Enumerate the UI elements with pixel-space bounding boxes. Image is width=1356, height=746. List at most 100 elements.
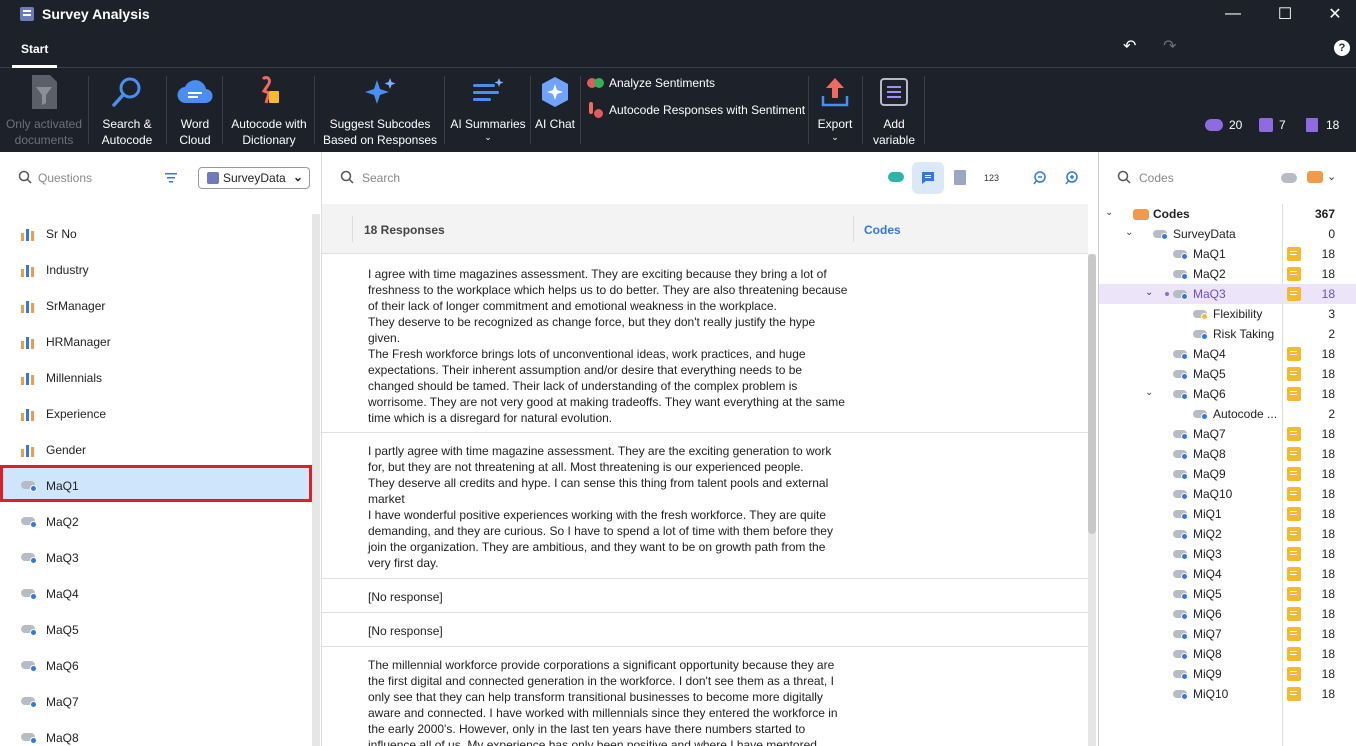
code-tree-item[interactable]: Risk Taking 2 [1099,324,1356,344]
chevron-down-icon[interactable]: ⌄ [1105,207,1113,218]
code-tree-item[interactable]: MiQ5 18 [1099,584,1356,604]
chevron-down-icon[interactable]: ⌄ [1327,170,1336,183]
redo-icon[interactable]: ↷ [1163,36,1176,56]
memo-icon[interactable] [1287,647,1301,661]
document-star-icon[interactable] [954,170,966,185]
question-item[interactable]: MaQ4 [0,576,310,612]
autocode-sentiment-button[interactable]: Autocode Responses with Sentiment [587,102,805,118]
memo-icon[interactable] [1287,527,1301,541]
question-item[interactable]: MaQ5 [0,612,310,648]
autocode-dictionary-button[interactable]: Autocode with Dictionary [224,68,314,152]
responses-scrollbar-thumb[interactable] [1088,254,1096,534]
question-item[interactable]: MaQ3 [0,540,310,576]
code-tree-item[interactable]: MaQ4 18 [1099,344,1356,364]
question-item[interactable]: MaQ2 [0,504,310,540]
code-tree-item[interactable]: ⌄ Codes 367 [1099,204,1356,224]
code-tree-item[interactable]: MiQ9 18 [1099,664,1356,684]
codes-column-header[interactable]: Codes [864,223,901,237]
memo-icon[interactable] [1287,607,1301,621]
comment-view-icon[interactable] [912,162,944,194]
code-tree-item[interactable]: MaQ5 18 [1099,364,1356,384]
memo-icon[interactable] [1287,687,1301,701]
code-tree-item[interactable]: Flexibility 3 [1099,304,1356,324]
question-item[interactable]: SrManager [0,288,310,324]
response-row[interactable]: I partly agree with time magazine assess… [322,433,1088,579]
memo-icon[interactable] [1287,247,1301,261]
tab-start[interactable]: Start [12,40,58,68]
memo-icon[interactable] [1287,587,1301,601]
only-activated-button[interactable]: Only activated documents [0,68,88,152]
code-tree-item[interactable]: MaQ2 18 [1099,264,1356,284]
code-tree-item[interactable]: MaQ9 18 [1099,464,1356,484]
word-cloud-button[interactable]: Word Cloud [168,68,222,152]
code-tree-item[interactable]: MaQ7 18 [1099,424,1356,444]
ai-summaries-button[interactable]: AI Summaries ⌄ [448,68,528,152]
memo-icon[interactable] [1287,667,1301,681]
chevron-down-icon[interactable]: ⌄ [1125,227,1133,238]
memo-icon[interactable] [1287,387,1301,401]
memo-icon[interactable] [1287,427,1301,441]
code-tree-item[interactable]: MaQ8 18 [1099,444,1356,464]
code-tree-item[interactable]: MiQ8 18 [1099,644,1356,664]
search-autocode-button[interactable]: Search & Autocode [92,68,162,152]
code-tree-item[interactable]: MiQ2 18 [1099,524,1356,544]
help-icon[interactable]: ? [1334,40,1350,56]
memo-icon[interactable] [1287,567,1301,581]
memo-icon[interactable] [1287,447,1301,461]
memo-icon[interactable] [1287,547,1301,561]
code-tree-item[interactable]: MaQ10 18 [1099,484,1356,504]
memo-icon[interactable] [1287,627,1301,641]
code-tree-item[interactable]: MiQ1 18 [1099,504,1356,524]
question-item[interactable]: Millennials [0,360,310,396]
code-tree-item[interactable]: MiQ6 18 [1099,604,1356,624]
zoom-in-icon[interactable] [1064,170,1080,189]
suggest-subcodes-button[interactable]: Suggest Subcodes Based on Responses [316,68,444,152]
question-item[interactable]: Experience [0,396,310,432]
close-button[interactable]: ✕ [1312,0,1356,28]
question-item[interactable]: HRManager [0,324,310,360]
responses-count-header[interactable]: 18 Responses [364,223,445,237]
code-tree-item[interactable]: MiQ4 18 [1099,564,1356,584]
analyze-sentiments-button[interactable]: Analyze Sentiments [587,76,715,90]
memo-icon[interactable] [1287,267,1301,281]
question-item[interactable]: MaQ6 [0,648,310,684]
memo-icon[interactable] [1287,367,1301,381]
chevron-down-icon[interactable]: ⌄ [1145,287,1153,298]
chevron-down-icon[interactable]: ⌄ [1145,387,1153,398]
memo-icon[interactable] [1287,347,1301,361]
question-item[interactable]: MaQ7 [0,684,310,720]
ai-chat-button[interactable]: AI Chat [532,68,578,152]
question-item[interactable]: MaQ8 [0,720,310,746]
numeric-view-button[interactable]: 123 [984,173,999,183]
response-row[interactable]: [No response] [322,613,1088,647]
add-variable-button[interactable]: Add variable [866,68,922,152]
export-button[interactable]: Export ⌄ [812,68,858,152]
maximize-button[interactable]: ☐ [1262,0,1308,28]
question-item[interactable]: Gender [0,432,310,468]
response-row[interactable]: [No response] [322,579,1088,613]
code-tree-item[interactable]: ⌄ MaQ3 18 [1099,284,1356,304]
code-tree-item[interactable]: MiQ10 18 [1099,684,1356,704]
questions-scrollbar[interactable] [312,214,320,746]
code-tree-item[interactable]: MiQ7 18 [1099,624,1356,644]
question-item[interactable]: MaQ1 [0,468,310,504]
response-row[interactable]: The millennial workforce provide corpora… [322,647,1088,746]
responses-search[interactable]: Search [340,152,740,204]
code-tree-item[interactable]: ⌄ SurveyData 0 [1099,224,1356,244]
minimize-button[interactable]: — [1210,0,1256,28]
new-code-icon[interactable] [1281,173,1297,183]
response-row[interactable]: I agree with time magazines assessment. … [322,254,1088,433]
code-tree-item[interactable]: Autocode ... 2 [1099,404,1356,424]
dataset-select[interactable]: SurveyData ⌄ [198,167,310,189]
code-toggle-icon[interactable] [888,172,904,182]
new-code-group-icon[interactable] [1307,171,1323,183]
code-tree-item[interactable]: MiQ3 18 [1099,544,1356,564]
code-tree-item[interactable]: MaQ1 18 [1099,244,1356,264]
memo-icon[interactable] [1287,487,1301,501]
filter-icon[interactable] [165,172,177,183]
memo-icon[interactable] [1287,287,1301,301]
memo-icon[interactable] [1287,507,1301,521]
code-tree-item[interactable]: ⌄ MaQ6 18 [1099,384,1356,404]
question-item[interactable]: Industry [0,252,310,288]
memo-icon[interactable] [1287,467,1301,481]
